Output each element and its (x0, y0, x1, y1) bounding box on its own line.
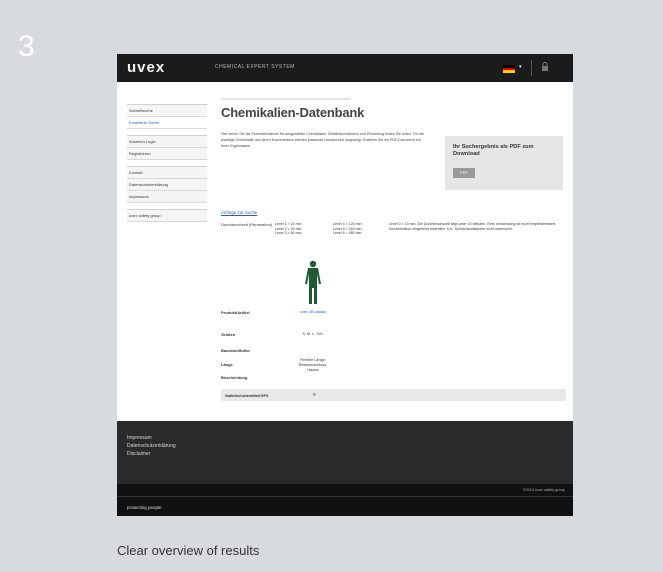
sidebar-item-register[interactable]: Registrieren (127, 148, 207, 160)
durability-label: Durchbruchzeit (Permeation) (221, 222, 273, 227)
lock-icon[interactable] (541, 62, 549, 73)
footer-link-privacy[interactable]: Datenschutzerklärung (127, 443, 176, 449)
sidebar-group-company: uvex safety group (127, 209, 207, 222)
footer-link-imprint[interactable]: Impressum (127, 435, 152, 441)
levels-column-2: Level 4 < 120 min Level 5 < 240 min Leve… (333, 222, 361, 236)
protective-suit-icon (303, 260, 323, 306)
sidebar-group-search: Schnellsuche Erweiterte Suche (127, 104, 207, 129)
slide-panel: 3 uvex CHEMICAL EXPERT SYSTEM ▾ Schnells… (0, 0, 663, 572)
pdf-download-button[interactable]: PDF (453, 168, 475, 178)
language-flag-icon[interactable] (503, 65, 515, 73)
sidebar-item-login[interactable]: Ansehen Login (127, 136, 207, 148)
top-navigation-bar: uvex CHEMICAL EXPERT SYSTEM ▾ (117, 54, 573, 82)
level-entry: Level 1 < 10 min (275, 222, 302, 226)
pdf-box-title: Ihr Suchergebnis als PDF zum Download (453, 144, 534, 157)
pdf-download-box: Ihr Suchergebnis als PDF zum Download PD… (445, 136, 563, 190)
sidebar-item-advanced-search[interactable]: Erweiterte Suche (127, 117, 207, 129)
page-title: Chemikalien-Datenbank (221, 105, 365, 120)
footer: Impressum Datenschutzerklärung Disclaime… (117, 421, 573, 484)
bottom-divider (117, 496, 573, 497)
chevron-down-icon[interactable]: ▾ (519, 64, 522, 70)
property-key: Baumwollfutter (221, 348, 251, 353)
sidebar-item-quick-search[interactable]: Schnellsuche (127, 105, 207, 117)
app-screenshot: uvex CHEMICAL EXPERT SYSTEM ▾ Schnellsuc… (117, 54, 573, 516)
level-entry: Level 6 < 480 min (333, 231, 362, 236)
levels-description: Level 0 < 10 min: Die Durchbruchszeit li… (389, 222, 557, 231)
caption: Clear overview of results (117, 543, 260, 558)
level-entry: Level 4 < 120 min (333, 222, 362, 226)
main-content: Chemikalien-Datenbank Hier sehen Sie die… (221, 98, 566, 401)
levels-column-1: Level 1 < 10 min Level 2 < 30 min Level … (275, 222, 301, 236)
footer-link-disclaimer[interactable]: Disclaimer (127, 451, 150, 457)
summary-row: Sattelschutzmittel/GFX 0 (221, 389, 566, 401)
sidebar: Schnellsuche Erweiterte Suche Ansehen Lo… (127, 104, 207, 228)
property-value: Flexible Länge, Reissverschluss, Haube (298, 358, 328, 372)
brand-logo[interactable]: uvex (127, 59, 165, 76)
title-divider (221, 98, 351, 100)
copyright-text: ©2014 uvex safety group (522, 488, 565, 492)
property-key: Länge (221, 362, 233, 367)
intro-text: Hier sehen Sie die Permeationslevel für … (221, 132, 425, 148)
sidebar-item-company[interactable]: uvex safety group (127, 210, 207, 222)
sidebar-item-privacy[interactable]: Datenschutzerklärung (127, 179, 207, 191)
bottom-bar: ©2014 uvex safety group protecting peopl… (117, 484, 573, 516)
step-number: 3 (18, 30, 35, 63)
product-label: Produkt/Artikel (221, 310, 250, 315)
tagline: protecting people (127, 505, 162, 510)
header-divider (531, 60, 532, 76)
summary-key: Sattelschutzmittel/GFX (225, 393, 269, 398)
sidebar-group-account: Ansehen Login Registrieren (127, 135, 207, 160)
app-title: CHEMICAL EXPERT SYSTEM (215, 64, 295, 70)
level-entry: Level 3 < 60 min (275, 231, 302, 236)
product-link[interactable]: uvex 3B classic (293, 310, 333, 315)
search-request-link[interactable]: Anfrage zur Suche (221, 210, 257, 215)
sidebar-item-contact[interactable]: Kontakt (127, 167, 207, 179)
property-key: Beschichtung (221, 375, 248, 380)
property-key: Größen (221, 332, 236, 337)
sidebar-item-imprint[interactable]: Impressum (127, 191, 207, 203)
sidebar-group-info: Kontakt Datenschutzerklärung Impressum (127, 166, 207, 203)
summary-value: 0 (313, 392, 316, 397)
property-value: S, M, L, XXL (302, 332, 324, 336)
